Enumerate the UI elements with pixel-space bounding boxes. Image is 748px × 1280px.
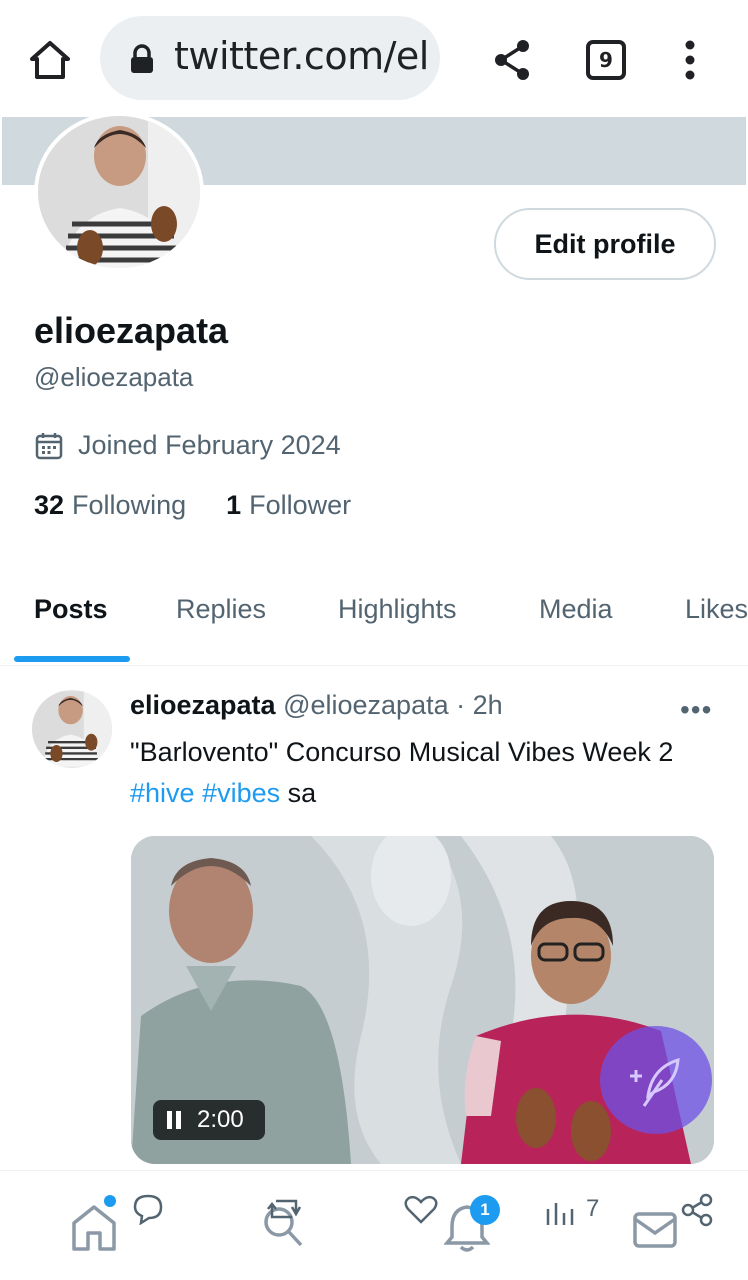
views-icon[interactable] <box>544 1201 576 1227</box>
profile-display-name: elioezapata <box>34 310 229 351</box>
repost-icon[interactable] <box>266 1195 302 1223</box>
messages-nav-icon[interactable] <box>632 1211 678 1249</box>
post-avatar[interactable] <box>32 690 112 768</box>
profile-handle: @elioezapata <box>34 362 194 392</box>
joined-text: Joined February 2024 <box>78 430 341 460</box>
share-icon[interactable] <box>492 38 532 82</box>
share-post-icon[interactable] <box>680 1193 714 1227</box>
following-link[interactable]: 32 Following <box>34 490 186 521</box>
followers-count: 1 <box>226 490 242 520</box>
like-icon[interactable] <box>404 1195 438 1225</box>
post-separator: · <box>456 690 466 720</box>
post-more-button[interactable]: ••• <box>680 694 712 726</box>
post-text-body: "Barlovento" Concurso Musical Vibes Week… <box>130 737 674 767</box>
reply-icon[interactable] <box>132 1193 164 1225</box>
video-time: 2:00 <box>197 1106 244 1133</box>
following-count: 32 <box>34 490 65 520</box>
follow-stats: 32 Following 1 Follower <box>34 490 391 521</box>
hashtag-hive[interactable]: #hive <box>130 778 195 808</box>
post-author-name[interactable]: elioezapata <box>130 690 276 720</box>
notification-badge: 1 <box>470 1195 500 1225</box>
tab-switcher-button[interactable]: 9 <box>586 40 626 80</box>
avatar-photo <box>38 116 200 268</box>
post-text: "Barlovento" Concurso Musical Vibes Week… <box>130 732 720 814</box>
active-tab-indicator <box>14 656 130 662</box>
tab-count: 9 <box>599 48 613 72</box>
hashtag-vibes[interactable]: #vibes <box>202 778 280 808</box>
views-count: 7 <box>586 1195 600 1222</box>
post-timestamp[interactable]: 2h <box>473 690 503 720</box>
following-label: Following <box>72 490 187 520</box>
feather-plus-icon <box>630 1057 680 1107</box>
edit-profile-button[interactable]: Edit profile <box>494 208 716 280</box>
home-unread-dot <box>104 1195 116 1207</box>
tab-highlights[interactable]: Highlights <box>338 594 457 625</box>
home-icon[interactable] <box>28 38 72 82</box>
tab-likes[interactable]: Likes <box>685 594 748 625</box>
post-author-handle[interactable]: @elioezapata <box>283 690 449 720</box>
url-text: twitter.com/el <box>174 34 429 78</box>
calendar-icon <box>35 432 63 459</box>
address-bar[interactable]: twitter.com/el <box>100 16 440 100</box>
post-text-suffix: sa <box>287 778 317 808</box>
post-avatar-photo <box>32 691 112 767</box>
tab-replies[interactable]: Replies <box>176 594 266 625</box>
joined-date: Joined February 2024 <box>34 430 341 461</box>
pause-icon[interactable] <box>165 1110 183 1130</box>
browser-toolbar: twitter.com/el 9 <box>0 0 748 118</box>
followers-link[interactable]: 1 Follower <box>226 490 351 521</box>
post-header: elioezapata @elioezapata · 2h <box>130 690 503 721</box>
profile-avatar[interactable] <box>34 112 204 272</box>
lock-icon <box>131 44 153 73</box>
video-controls[interactable]: 2:00 <box>153 1100 265 1140</box>
followers-label: Follower <box>249 490 352 520</box>
compose-post-button[interactable] <box>600 1026 712 1134</box>
home-nav-icon[interactable] <box>70 1203 118 1253</box>
tab-media[interactable]: Media <box>539 594 613 625</box>
more-vertical-icon[interactable] <box>680 40 700 80</box>
profile-tab-bar: Posts Replies Highlights Media Likes <box>0 570 748 666</box>
bottom-navigation: 1 7 <box>0 1170 748 1280</box>
tab-posts[interactable]: Posts <box>34 594 108 625</box>
